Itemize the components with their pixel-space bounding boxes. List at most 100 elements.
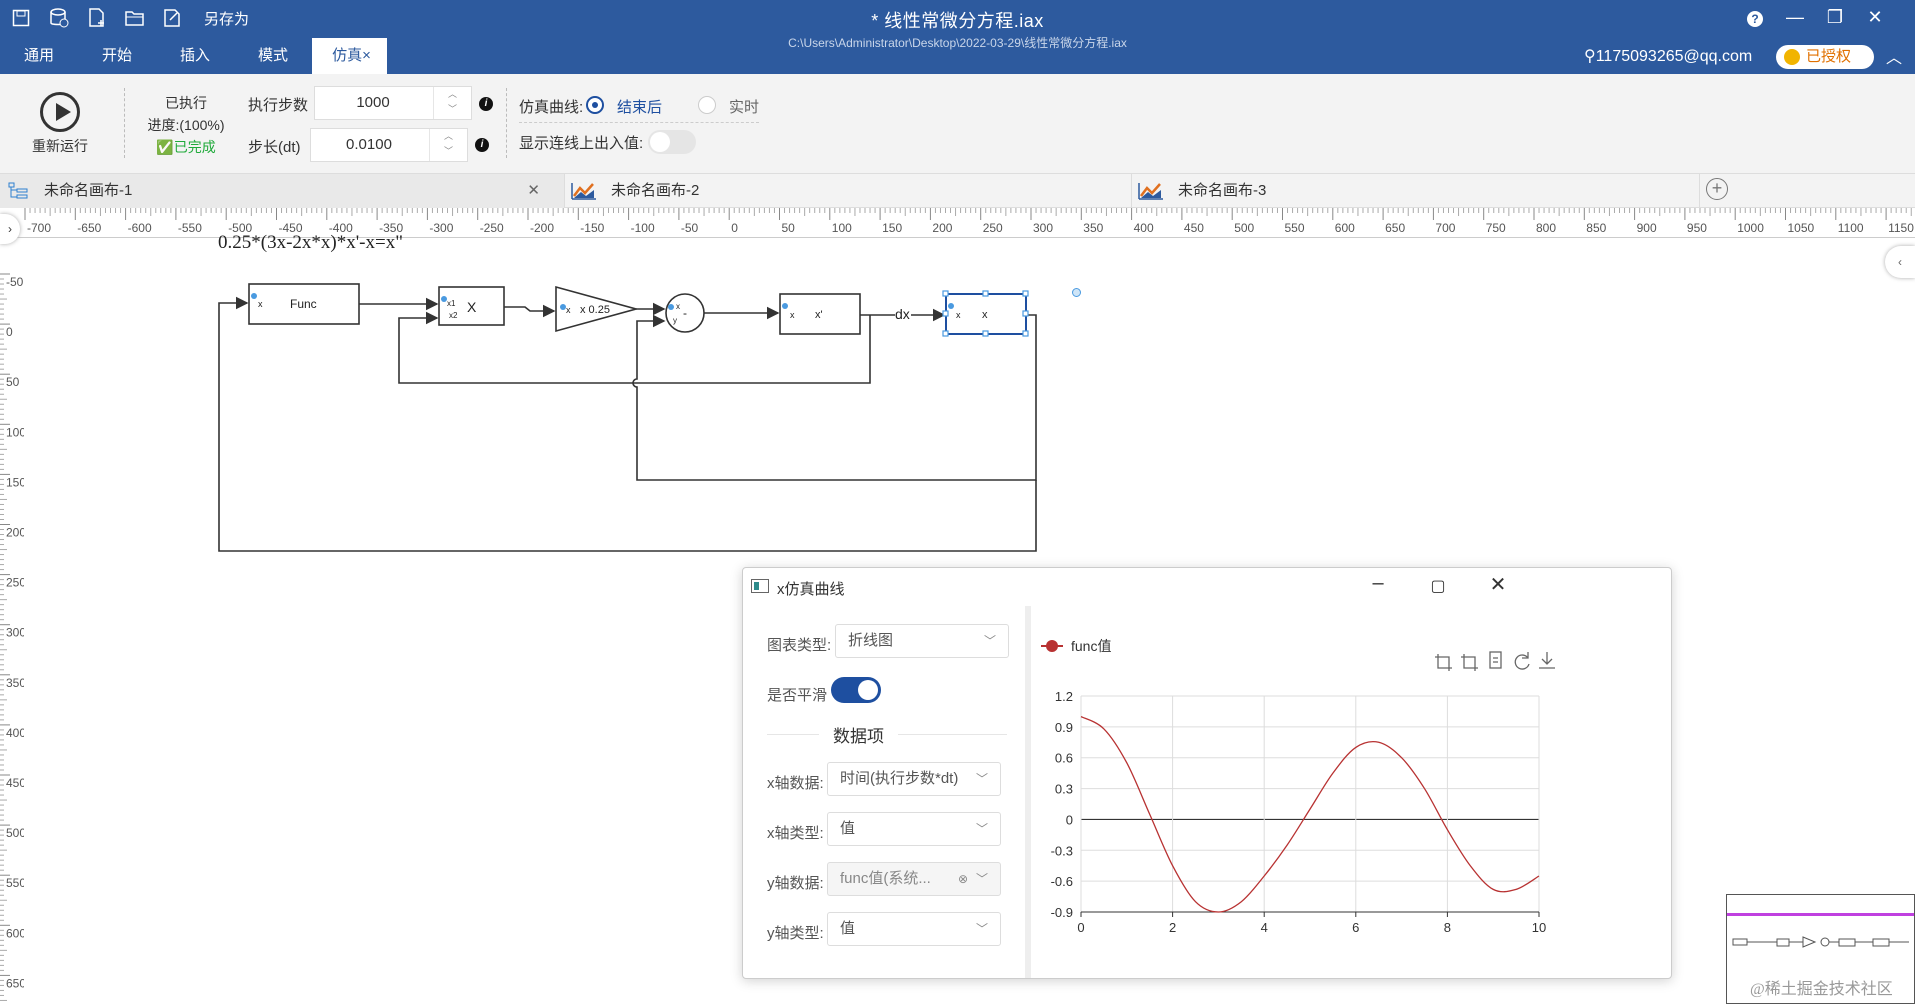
ruler-tick-label: 1050 [1788, 221, 1815, 235]
chevron-down-icon: ﹀ [975, 922, 988, 936]
collapse-ribbon-icon[interactable]: ︿ [1886, 44, 1902, 68]
curve-realtime-label[interactable]: 实时 [729, 96, 759, 117]
add-canvas-icon[interactable]: + [1706, 178, 1728, 200]
info-icon[interactable]: i [479, 97, 493, 111]
dialog-title: x仿真曲线 [777, 581, 845, 598]
x-data-value: 时间(执行步数*dt) [840, 770, 959, 787]
ruler-tick-label: -300 [429, 221, 453, 235]
y-tick-label: 0.3 [1055, 782, 1073, 797]
crop-zoom-icon[interactable] [1435, 654, 1452, 671]
close-button[interactable]: ✕ [1483, 572, 1513, 597]
steps-stepper[interactable]: ︿ ﹀ [433, 87, 471, 119]
ruler-tick-label: 550 [1285, 221, 1305, 235]
canvas-tab-label: 未命名画布-2 [611, 182, 700, 199]
minimize-button[interactable]: — [1775, 7, 1815, 28]
tab-start[interactable]: 开始 [78, 38, 156, 74]
ruler-tick-label: -550 [178, 221, 202, 235]
ruler-tick-label: -150 [580, 221, 604, 235]
rerun-button[interactable]: 重新运行 [28, 92, 92, 156]
x-type-label: x轴类型: [767, 825, 824, 842]
expand-right-panel-icon[interactable]: ‹ [1885, 246, 1915, 278]
canvas-tab-label: 未命名画布-1 [44, 182, 133, 199]
canvas-tab-2[interactable]: 未命名画布-2 [565, 174, 1132, 208]
tab-general[interactable]: 通用 [0, 38, 78, 74]
y-tick-label: 1.2 [1055, 689, 1073, 704]
series-line-func [1080, 715, 1540, 913]
show-io-toggle[interactable] [648, 130, 696, 154]
panel-splitter[interactable] [1025, 606, 1031, 978]
tab-insert[interactable]: 插入 [156, 38, 234, 74]
y-data-value: func值(系统... [840, 870, 931, 887]
x-data-label: x轴数据: [767, 775, 824, 792]
x-tick-label: 10 [1532, 920, 1546, 935]
user-account[interactable]: ⚲1175093265@qq.com [1584, 46, 1752, 66]
y-type-select[interactable]: 值 ﹀ [827, 912, 1001, 946]
tab-close-icon[interactable]: × [362, 47, 371, 64]
ruler-tick-label: 550 [6, 876, 24, 890]
smooth-toggle[interactable] [831, 677, 881, 703]
rerun-label: 重新运行 [32, 138, 88, 154]
dt-input[interactable]: 0.0100 ︿ ﹀ [310, 128, 468, 162]
dt-stepper[interactable]: ︿ ﹀ [429, 129, 467, 161]
minimap-viewport[interactable] [1727, 913, 1914, 916]
chart-type-label: 图表类型: [767, 637, 832, 654]
x-type-select[interactable]: 值 ﹀ [827, 812, 1001, 846]
curve-after-radio[interactable] [586, 96, 604, 114]
ruler-tick-label: -650 [77, 221, 101, 235]
tab-mode[interactable]: 模式 [234, 38, 312, 74]
legend-label: func值 [1071, 638, 1111, 654]
x-data-select[interactable]: 时间(执行步数*dt) ﹀ [827, 762, 1001, 796]
user-email: 1175093265@qq.com [1595, 48, 1753, 65]
ruler-tick-label: 900 [1637, 221, 1657, 235]
ruler-tick-label: -700 [27, 221, 51, 235]
show-io-label: 显示连线上出入值: [519, 135, 644, 152]
x-tick-label: 8 [1444, 920, 1451, 935]
zoom-reset-icon[interactable] [1461, 654, 1478, 671]
close-button[interactable]: ✕ [1855, 7, 1895, 28]
line-chart[interactable]: func值 1.2 0.9 0.6 0.3 0 -0.3 -0.6 -0.9 0 2 4 6 8 10 [1033, 608, 1669, 976]
chevron-down-icon: ﹀ [975, 822, 988, 836]
ruler-tick-label: 600 [6, 926, 24, 940]
document-title: * 线性常微分方程.iax [871, 11, 1044, 31]
ruler-tick-label: 250 [6, 576, 24, 590]
chart-type-select[interactable]: 折线图 ﹀ [835, 624, 1009, 658]
chevron-down-icon: ﹀ [983, 634, 996, 648]
curve-realtime-radio[interactable] [698, 96, 716, 114]
progress-label: 进度:(100%) [147, 117, 225, 133]
curve-after-label[interactable]: 结束后 [617, 96, 662, 117]
curve-label: 仿真曲线: [519, 99, 584, 116]
ruler-tick-label: 650 [6, 976, 24, 990]
canvas-tab-3[interactable]: 未命名画布-3 [1132, 174, 1700, 208]
ruler-tick-label: 1100 [1838, 221, 1864, 235]
data-view-icon[interactable] [1489, 651, 1502, 669]
tab-simulation-label: 仿真 [332, 47, 363, 64]
chart-type-value: 折线图 [848, 632, 894, 649]
refresh-icon[interactable] [1514, 652, 1530, 670]
y-tick-label: 0.6 [1055, 751, 1073, 766]
steps-value: 1000 [356, 94, 390, 111]
rotate-handle[interactable] [1072, 288, 1081, 297]
title-bar: 另存为 * 线性常微分方程.iax ? — ❐ ✕ [0, 0, 1915, 38]
clear-icon[interactable]: ⊗ [958, 863, 968, 895]
y-data-select[interactable]: func值(系统... ⊗ ﹀ [827, 862, 1001, 896]
simulation-curve-dialog[interactable]: x仿真曲线 – ▢ ✕ 图表类型: 折线图 ﹀ 是否平滑 数据项 x轴数据: 时间… [742, 567, 1672, 979]
formula-text[interactable]: 0.25*(3x-2x*x)*x'-x=x" [218, 232, 403, 254]
executed-label: 已执行 [165, 95, 207, 111]
maximize-button[interactable]: ▢ [1423, 576, 1453, 596]
ruler-tick-label: 300 [6, 626, 24, 640]
ruler-tick-label: 350 [6, 676, 24, 690]
info-icon[interactable]: i [475, 138, 489, 152]
download-icon[interactable] [1539, 652, 1555, 669]
close-icon[interactable]: ✕ [527, 174, 540, 208]
restore-button[interactable]: ❐ [1815, 7, 1855, 28]
steps-input[interactable]: 1000 ︿ ﹀ [314, 86, 472, 120]
ruler-tick-label: -250 [480, 221, 504, 235]
canvas-tab-1[interactable]: 未命名画布-1 ✕ [0, 174, 565, 208]
window-controls: ? — ❐ ✕ [1735, 2, 1895, 32]
license-badge[interactable]: 已授权 [1776, 45, 1874, 69]
help-icon[interactable]: ? [1735, 7, 1775, 28]
minimize-button[interactable]: – [1363, 572, 1393, 595]
tab-simulation[interactable]: 仿真× [312, 38, 387, 74]
ruler-tick-label: 300 [1033, 221, 1053, 235]
license-label: 已授权 [1806, 48, 1852, 65]
